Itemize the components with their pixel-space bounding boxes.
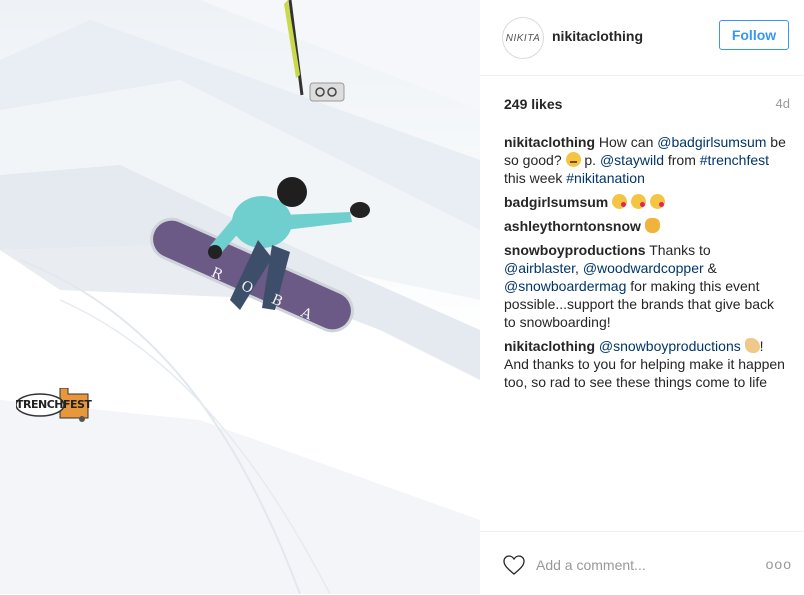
- post-photo[interactable]: ROBA TRENCHFEST: [0, 0, 480, 594]
- mention-link[interactable]: @snowboyproductions: [599, 338, 741, 354]
- kiss-face-icon: [612, 194, 628, 209]
- flexed-biceps-icon: [744, 338, 760, 353]
- kiss-face-icon: [649, 194, 665, 209]
- ok-hand-icon: [644, 218, 660, 233]
- kiss-face-icon: [631, 194, 647, 209]
- thinking-face-icon: [565, 152, 581, 167]
- comment-text: this week: [504, 170, 567, 186]
- comment-item: snowboyproductions Thanks to @airblaster…: [504, 241, 788, 331]
- follow-button[interactable]: Follow: [719, 20, 789, 50]
- more-options-icon[interactable]: ooo: [766, 556, 792, 572]
- post-header: NIKITA nikitaclothing Follow: [480, 0, 804, 76]
- comment-text: &: [703, 260, 717, 276]
- mention-link[interactable]: @airblaster: [504, 260, 575, 276]
- trenchfest-logo: TRENCHFEST: [16, 388, 92, 422]
- post-details-panel: NIKITA nikitaclothing Follow 249 likes 4…: [480, 0, 804, 594]
- mention-link[interactable]: @snowboardermag: [504, 278, 626, 294]
- comment-username[interactable]: ashleythorntonsnow: [504, 218, 641, 234]
- comment-text: from: [663, 152, 700, 168]
- comment-text: Thanks to: [645, 242, 711, 258]
- comment-item: nikitaclothing @snowboyproductions ! And…: [504, 337, 788, 391]
- hashtag-link[interactable]: #trenchfest: [700, 152, 769, 168]
- comment-item: badgirlsumsum: [504, 193, 788, 211]
- comment-username[interactable]: snowboyproductions: [504, 242, 646, 258]
- likes-count[interactable]: 249 likes: [504, 96, 562, 112]
- trenchfest-logo-text: TRENCHFEST: [16, 398, 92, 411]
- comment-item: ashleythorntonsnow: [504, 217, 788, 235]
- avatar[interactable]: NIKITA: [502, 17, 544, 59]
- comment-username[interactable]: badgirlsumsum: [504, 194, 608, 210]
- comment-text: ,: [575, 260, 583, 276]
- comment-text: How can: [595, 134, 658, 150]
- post-timestamp[interactable]: 4d: [776, 96, 790, 111]
- snowboard-scene-image: [0, 0, 480, 594]
- comment-item: nikitaclothing How can @badgirlsumsum be…: [504, 133, 788, 187]
- mention-link[interactable]: @woodwardcopper: [583, 260, 704, 276]
- mention-link[interactable]: @staywild: [600, 152, 664, 168]
- comment-username[interactable]: nikitaclothing: [504, 338, 595, 354]
- add-comment-input[interactable]: [536, 554, 756, 576]
- heart-icon[interactable]: [502, 554, 526, 576]
- hashtag-link[interactable]: #nikitanation: [566, 170, 645, 186]
- mention-link[interactable]: @badgirlsumsum: [657, 134, 766, 150]
- post-footer: ooo: [480, 531, 804, 595]
- comment-username[interactable]: nikitaclothing: [504, 134, 595, 150]
- avatar-text: NIKITA: [505, 32, 541, 44]
- username-link[interactable]: nikitaclothing: [552, 28, 643, 44]
- comment-text: p.: [580, 152, 600, 168]
- comments-list: nikitaclothing How can @badgirlsumsum be…: [504, 133, 788, 397]
